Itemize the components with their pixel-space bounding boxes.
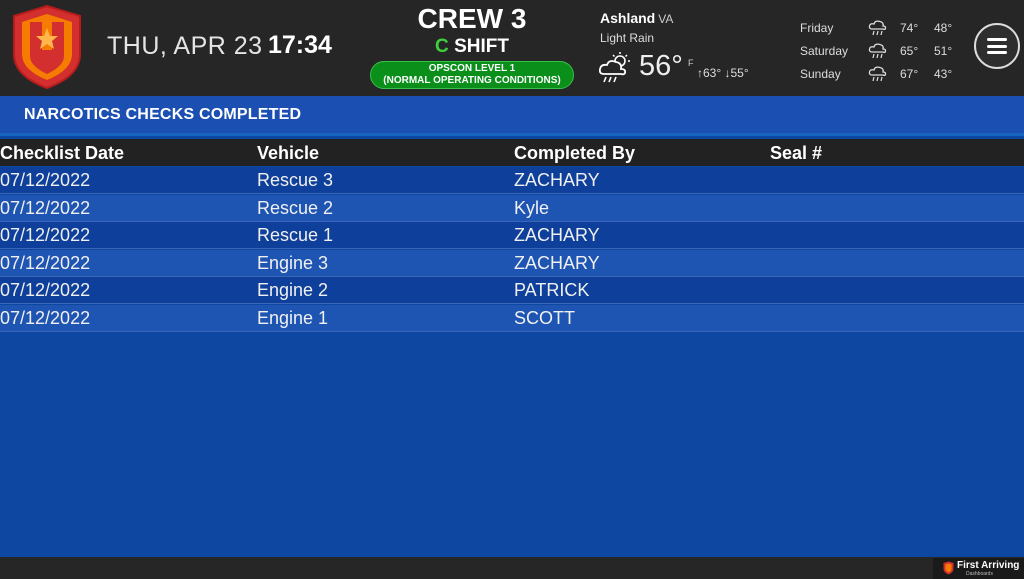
forecast-high: 74°: [900, 21, 919, 35]
forecast-high: 67°: [900, 67, 919, 81]
forecast-day: Friday: [800, 21, 834, 35]
brand-subtitle: Dashboards: [966, 571, 993, 577]
cell-checklist-date: 07/12/2022: [0, 280, 91, 300]
first-arriving-brand[interactable]: First Arriving Dashboards: [933, 558, 1024, 579]
forecast-low: 43°: [934, 67, 953, 81]
forecast-day-1: Friday 74° 48°: [800, 18, 960, 38]
cell-completed-by: Kyle: [514, 197, 550, 218]
today-low: 55°: [730, 66, 749, 80]
current-temperature: 56°: [639, 50, 683, 82]
brand-name: First Arriving: [957, 560, 1020, 571]
crew-title: CREW 3: [417, 3, 527, 34]
cell-checklist-date: 07/12/2022: [0, 252, 91, 273]
cell-checklist-date: 07/12/2022: [0, 170, 91, 190]
cell-vehicle: Rescue 1: [257, 225, 334, 245]
shift-letter: C: [435, 36, 449, 57]
cell-checklist-date: 07/12/2022: [0, 307, 91, 328]
today-high-low: ↑63° ↓55°: [697, 66, 749, 80]
weather-state: VA: [658, 12, 674, 26]
column-header-checklist-date: Checklist Date: [0, 143, 125, 163]
forecast-day: Sunday: [800, 67, 841, 81]
section-header: NARCOTICS CHECKS COMPLETED: [0, 96, 1024, 136]
cell-vehicle: Rescue 2: [257, 197, 334, 218]
today-high: 63°: [703, 66, 722, 80]
cell-vehicle: Engine 3: [257, 252, 329, 273]
shift-word: SHIFT: [454, 36, 509, 57]
table-row: 07/12/2022 Rescue 1 ZACHARY: [0, 222, 1024, 249]
department-shield-logo-icon: [13, 4, 81, 90]
forecast-high: 65°: [900, 44, 919, 58]
cell-vehicle: Rescue 3: [257, 170, 334, 190]
hamburger-menu-button[interactable]: [974, 23, 1020, 69]
cell-checklist-date: 07/12/2022: [0, 197, 91, 218]
cell-completed-by: ZACHARY: [514, 252, 600, 273]
cell-completed-by: ZACHARY: [514, 225, 600, 245]
table-row: 07/12/2022 Rescue 3 ZACHARY: [0, 167, 1024, 194]
current-date: THU, APR 23: [107, 32, 263, 60]
table-row: 07/12/2022 Rescue 2 Kyle: [0, 194, 1024, 222]
section-title: NARCOTICS CHECKS COMPLETED: [24, 106, 302, 123]
cell-completed-by: SCOTT: [514, 307, 575, 328]
column-header-completed-by: Completed By: [514, 143, 636, 163]
cell-completed-by: ZACHARY: [514, 170, 600, 190]
rain-cloud-icon: [868, 66, 887, 82]
forecast-low: 51°: [934, 44, 953, 58]
opscon-level: OPSCON LEVEL 1: [428, 63, 516, 74]
opscon-badge: OPSCON LEVEL 1 (NORMAL OPERATING CONDITI…: [370, 61, 574, 89]
column-header-seal: Seal #: [770, 143, 823, 163]
rain-cloud-sun-icon: [598, 52, 630, 83]
cell-vehicle: Engine 1: [257, 307, 329, 328]
rain-cloud-icon: [868, 20, 887, 36]
menu-line: [987, 44, 1007, 48]
brand-shield-icon: [943, 561, 954, 575]
forecast-day-2: Saturday 65° 51°: [800, 41, 960, 61]
footer-bar: First Arriving Dashboards: [0, 557, 1024, 579]
table-row: 07/12/2022 Engine 2 PATRICK: [0, 277, 1024, 304]
forecast-day-3: Sunday 67° 43°: [800, 64, 960, 84]
forecast-low: 48°: [934, 21, 953, 35]
table-header: Checklist Date Vehicle Completed By Seal…: [0, 139, 1024, 166]
shift-label: C SHIFT: [372, 36, 572, 58]
current-time: 17:34: [268, 31, 332, 59]
rain-cloud-icon: [868, 43, 887, 59]
table-row: 07/12/2022 Engine 1 SCOTT: [0, 304, 1024, 332]
table-row: 07/12/2022 Engine 3 ZACHARY: [0, 249, 1024, 277]
weather-location: Ashland VA: [600, 10, 673, 26]
weather-city: Ashland: [600, 10, 656, 26]
cell-checklist-date: 07/12/2022: [0, 225, 91, 245]
temperature-unit: F: [688, 58, 694, 68]
weather-condition: Light Rain: [600, 31, 655, 45]
forecast-day: Saturday: [800, 44, 849, 58]
menu-line: [987, 51, 1007, 54]
cell-vehicle: Engine 2: [257, 280, 329, 300]
menu-line: [987, 38, 1007, 41]
cell-completed-by: PATRICK: [514, 280, 590, 300]
column-header-vehicle: Vehicle: [257, 143, 320, 163]
opscon-description: (NORMAL OPERATING CONDITIONS): [383, 75, 561, 86]
top-header: THU, APR 23 17:34 CREW 3 C SHIFT OPSCON …: [0, 0, 1024, 96]
